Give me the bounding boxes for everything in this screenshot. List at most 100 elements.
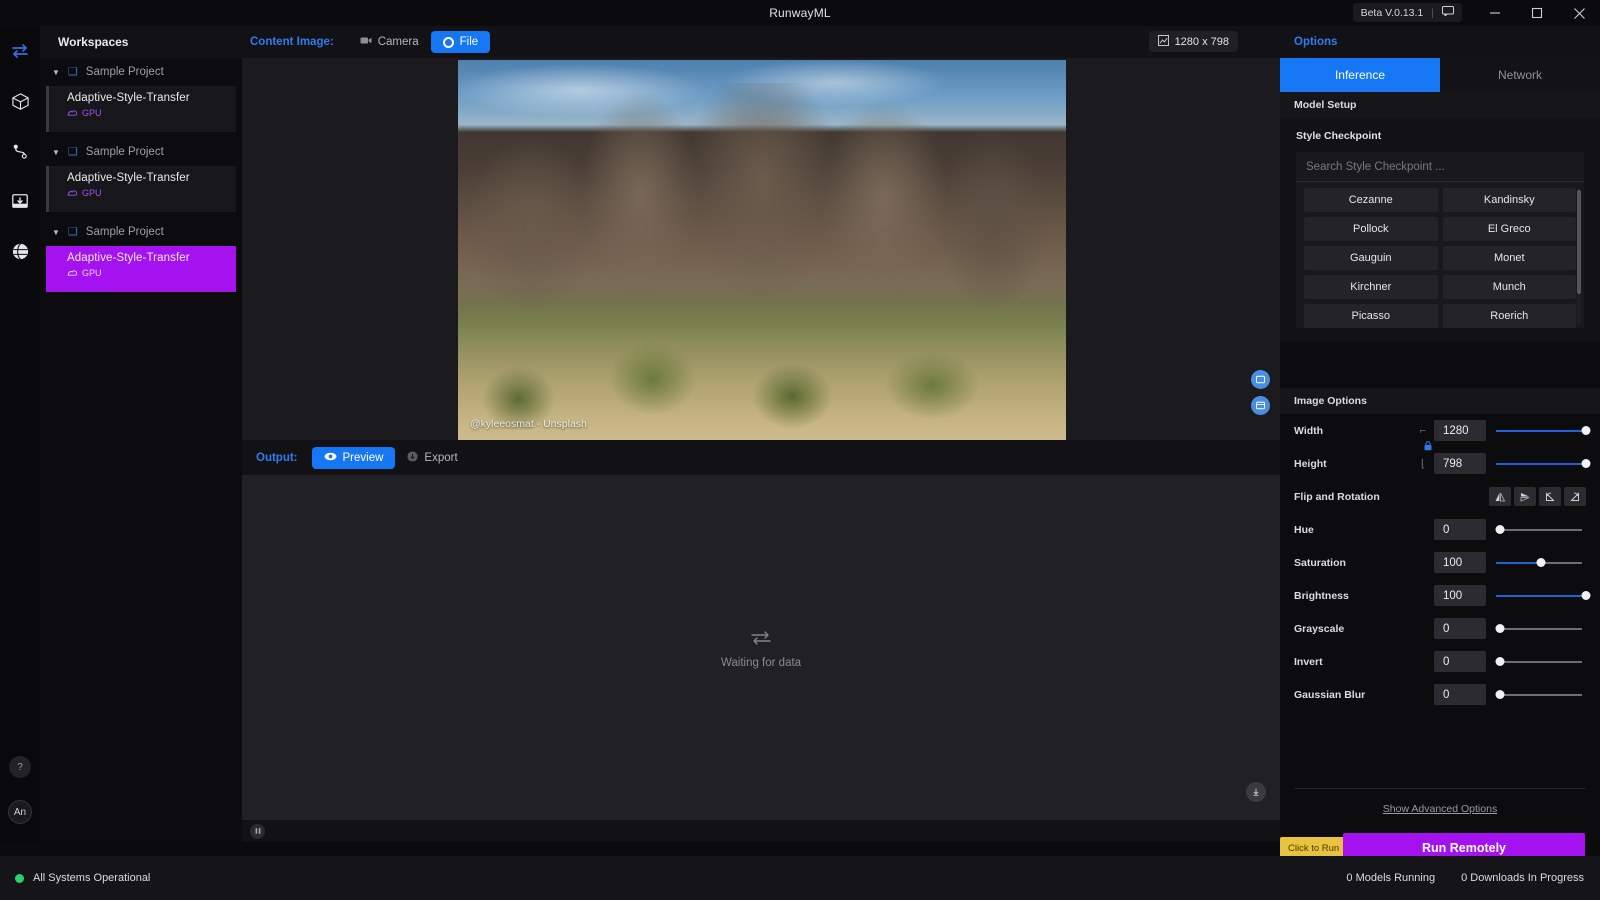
options-panel: Inference Network Model Setup Style Chec… [1280,58,1600,863]
transfer-arrows-icon[interactable] [0,26,40,76]
style-checkpoint-search[interactable] [1296,152,1584,182]
option-label: Saturation [1294,556,1346,569]
chat-bubble-icon[interactable] [1442,6,1454,19]
grayscale-input[interactable]: 0 [1434,618,1486,639]
image-add-icon[interactable] [1251,370,1270,389]
slider-knob[interactable] [1581,426,1591,435]
brightness-input[interactable]: 100 [1434,585,1486,606]
slider-fill [1496,429,1586,432]
workspace-node[interactable]: Adaptive-Style-Transfer GPU [46,166,236,212]
chevron-down-icon[interactable]: ▼ [52,148,60,157]
image-dimensions-label: 1280 x 798 [1174,35,1229,48]
width-slider[interactable] [1496,420,1591,441]
help-button[interactable]: ? [9,756,31,778]
beta-version-pill[interactable]: Beta V.0.13.1 | [1352,3,1462,22]
title-bar: RunwayML Beta V.0.13.1 | [0,0,1600,26]
rotate-right-icon[interactable] [1564,487,1586,506]
slider-knob[interactable] [1495,525,1505,534]
flip-horizontal-icon[interactable] [1489,487,1511,506]
project-label: Sample Project [85,146,164,158]
checkpoint-item[interactable]: Kandinsky [1442,188,1576,212]
content-image-stage[interactable]: @kyleeosmat - Unsplash [242,58,1280,440]
image-swap-icon[interactable] [1251,396,1270,415]
checkpoint-item[interactable]: Munch [1442,275,1576,299]
height-slider[interactable] [1496,453,1591,474]
gaussian-blur-slider[interactable] [1495,684,1586,705]
tab-inference[interactable]: Inference [1280,58,1440,92]
output-download-icon[interactable] [1246,782,1266,802]
rotate-left-icon[interactable] [1539,487,1561,506]
option-row-saturation: Saturation 100 [1280,546,1600,579]
checkpoint-item[interactable]: Gauguin [1304,246,1438,270]
checkpoint-item[interactable]: Picasso [1304,304,1438,328]
brightness-slider[interactable] [1496,585,1591,606]
flip-vertical-icon[interactable] [1514,487,1536,506]
waiting-text: Waiting for data [720,657,802,669]
slider-knob[interactable] [1495,657,1505,666]
checkpoint-item[interactable]: Cezanne [1304,188,1438,212]
project-row[interactable]: ▼ ❑ Sample Project [40,58,242,86]
workflow-nodes-icon[interactable] [0,126,40,176]
lock-icon[interactable] [1424,441,1432,453]
checkpoint-item[interactable]: Monet [1442,246,1576,270]
output-label: Output: [256,451,298,464]
style-checkpoint-list[interactable]: Cezanne Kandinsky Pollock El Greco Gaugu… [1296,182,1584,328]
slider-knob[interactable] [1495,690,1505,699]
status-bar: All Systems Operational 0 Models Running… [0,856,1600,900]
image-float-buttons [1251,370,1270,415]
show-advanced-options-link[interactable]: Show Advanced Options [1280,803,1600,815]
camera-icon [360,36,372,48]
invert-input[interactable]: 0 [1434,651,1486,672]
checkpoint-item[interactable]: Pollock [1304,217,1438,241]
minimize-icon[interactable] [1474,0,1516,26]
width-input[interactable]: 1280 [1434,420,1486,441]
inbox-download-icon[interactable] [0,176,40,226]
invert-slider[interactable] [1495,651,1586,672]
cube-icon[interactable] [0,76,40,126]
tab-preview[interactable]: Preview [311,446,396,469]
project-row[interactable]: ▼ ❑ Sample Project [40,138,242,166]
source-camera-button[interactable]: Camera [348,31,431,53]
slider-knob[interactable] [1495,624,1505,633]
height-input[interactable]: 798 [1434,453,1486,474]
chevron-down-icon[interactable]: ▼ [52,228,60,237]
grayscale-slider[interactable] [1495,618,1586,639]
slider-knob[interactable] [1581,459,1591,468]
checkpoint-item[interactable]: Kirchner [1304,275,1438,299]
checkpoint-scrollbar-thumb[interactable] [1577,190,1581,294]
slider-fill [1496,594,1586,597]
tab-export[interactable]: Export [395,447,469,469]
option-label: Flip and Rotation [1294,490,1380,503]
tab-network[interactable]: Network [1440,58,1600,92]
hue-input[interactable]: 0 [1434,519,1486,540]
beta-version-label: Beta V.0.13.1 [1360,6,1424,19]
saturation-input[interactable]: 100 [1434,552,1486,573]
system-status-label: All Systems Operational [33,872,151,884]
search-input[interactable] [1306,160,1574,173]
saturation-slider[interactable] [1496,552,1586,573]
slider-knob[interactable] [1581,591,1591,600]
source-file-button[interactable]: File [430,31,491,53]
globe-icon[interactable] [0,226,40,276]
close-icon[interactable] [1558,0,1600,26]
maximize-icon[interactable] [1516,0,1558,26]
models-running-label: 0 Models Running [1346,872,1436,884]
avatar[interactable]: An [8,800,32,824]
hue-slider[interactable] [1495,519,1586,540]
workspace-node[interactable]: Adaptive-Style-Transfer GPU [46,86,236,132]
workspace-group: ▼ ❑ Sample Project Adaptive-Style-Transf… [40,218,242,292]
workspaces-sidebar: Workspaces ▼ ❑ Sample Project Adaptive-S… [40,26,242,842]
project-label: Sample Project [85,66,164,78]
aspect-link-bottom-icon: ⌊ [1420,457,1426,470]
slider-knob[interactable] [1536,558,1546,567]
gaussian-blur-input[interactable]: 0 [1434,684,1486,705]
project-row[interactable]: ▼ ❑ Sample Project [40,218,242,246]
chevron-down-icon[interactable]: ▼ [52,68,60,77]
workspace-node-selected[interactable]: Adaptive-Style-Transfer GPU [46,246,236,292]
checkpoint-item[interactable]: Roerich [1442,304,1576,328]
eye-icon [324,452,337,464]
output-footer-bar [242,820,1280,842]
pause-icon[interactable] [250,823,265,839]
checkpoint-item[interactable]: El Greco [1442,217,1576,241]
output-canvas[interactable]: Waiting for data [242,475,1280,842]
